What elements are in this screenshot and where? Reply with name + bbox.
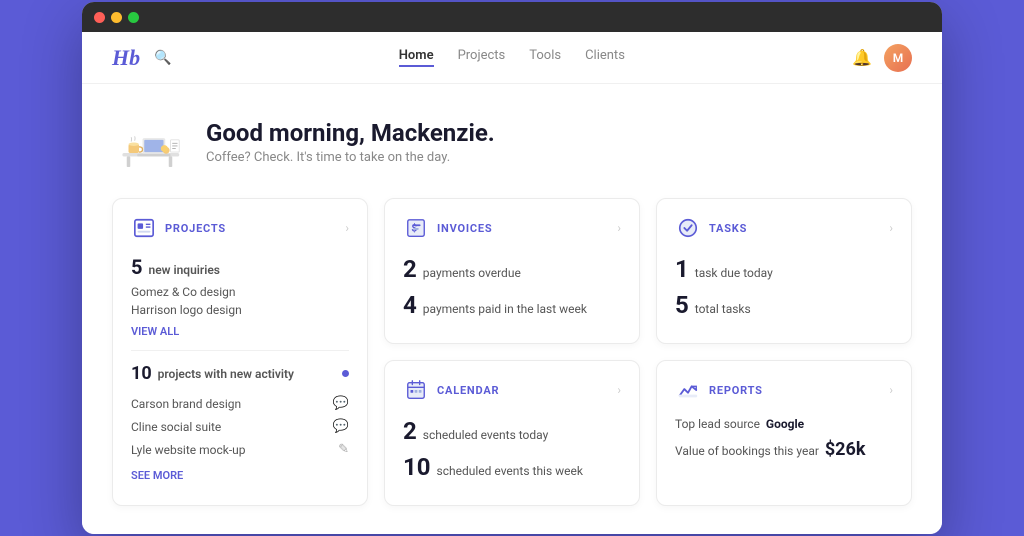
hero-text: Good morning, Mackenzie. Coffee? Check. … (206, 119, 495, 165)
activity-item-3: Lyle website mock-up ✎ (131, 438, 349, 461)
projects-card-title: PROJECTS (165, 222, 226, 235)
tasks-icon (675, 215, 701, 241)
maximize-button[interactable] (128, 12, 139, 23)
tasks-card-header-left: TASKS (675, 215, 747, 241)
invoices-paid-stat: 4 payments paid in the last week (403, 291, 621, 319)
tasks-card-title: TASKS (709, 222, 747, 235)
calendar-week-count: 10 (403, 453, 431, 481)
cards-grid: PROJECTS › 5 new inquiries Gomez & Co de… (82, 190, 942, 534)
tasks-due-stat: 1 task due today (675, 255, 893, 283)
reports-card: REPORTS › Top lead source Google Value o… (656, 360, 912, 506)
activity-item-1: Carson brand design 💬 (131, 392, 349, 415)
invoices-card-header: $ INVOICES › (403, 215, 621, 241)
close-button[interactable] (94, 12, 105, 23)
activity-dot (342, 370, 349, 377)
app-content: Hb 🔍 Home Projects Tools Clients 🔔 M (82, 32, 942, 534)
invoices-icon: $ (403, 215, 429, 241)
tasks-card-header: TASKS › (675, 215, 893, 241)
calendar-today-label: scheduled events today (423, 428, 549, 442)
minimize-button[interactable] (111, 12, 122, 23)
activity-item-name-1: Carson brand design (131, 397, 241, 411)
nav-logo: Hb (112, 45, 140, 71)
projects-new-inquiries: 5 new inquiries (131, 255, 349, 279)
reports-bookings-label: Value of bookings this year (675, 444, 819, 458)
tasks-card: TASKS › 1 task due today 5 total tasks (656, 198, 912, 344)
invoices-card-title: INVOICES (437, 222, 492, 235)
avatar[interactable]: M (884, 44, 912, 72)
reports-bookings-row: Value of bookings this year $26k (675, 439, 893, 460)
message-icon-2: 💬 (333, 419, 349, 434)
titlebar (82, 2, 942, 32)
greeting-subtext: Coffee? Check. It's time to take on the … (206, 150, 495, 165)
nav-item-projects[interactable]: Projects (458, 48, 506, 67)
calendar-today-stat: 2 scheduled events today (403, 417, 621, 445)
nav-item-home[interactable]: Home (399, 48, 434, 67)
invoices-overdue-count: 2 (403, 255, 417, 283)
activity-item-name-3: Lyle website mock-up (131, 443, 246, 457)
projects-chevron-icon[interactable]: › (345, 221, 349, 235)
reports-card-header-left: REPORTS (675, 377, 763, 403)
activity-item-name-2: Cline social suite (131, 420, 221, 434)
nav-right: 🔔 M (852, 44, 912, 72)
activity-header: 10 projects with new activity (131, 363, 349, 384)
tasks-due-count: 1 (675, 255, 689, 283)
reports-chevron-icon[interactable]: › (889, 383, 893, 397)
invoices-overdue-stat: 2 payments overdue (403, 255, 621, 283)
activity-label: projects with new activity (158, 367, 294, 381)
view-all-link[interactable]: VIEW ALL (131, 325, 349, 338)
calendar-week-label: scheduled events this week (437, 464, 583, 478)
calendar-card-header-left: CALENDAR (403, 377, 499, 403)
reports-icon (675, 377, 701, 403)
project-name-2: Harrison logo design (131, 301, 349, 319)
tasks-due-label: task due today (695, 266, 773, 280)
tasks-total-count: 5 (675, 291, 689, 319)
reports-top-lead-value: Google (766, 417, 804, 431)
invoices-chevron-icon[interactable]: › (617, 221, 621, 235)
search-icon[interactable]: 🔍 (154, 50, 171, 66)
hero-illustration (118, 112, 188, 172)
project-name-1: Gomez & Co design (131, 283, 349, 301)
calendar-card-title: CALENDAR (437, 384, 499, 397)
reports-bookings-value: $26k (825, 439, 866, 460)
message-icon-1: 💬 (333, 396, 349, 411)
tasks-chevron-icon[interactable]: › (889, 221, 893, 235)
invoices-paid-label: payments paid in the last week (423, 302, 587, 316)
reports-card-title: REPORTS (709, 384, 763, 397)
see-more-link[interactable]: SEE MORE (131, 469, 349, 482)
hero-section: Good morning, Mackenzie. Coffee? Check. … (82, 84, 942, 190)
invoices-card: $ INVOICES › 2 payments overdue 4 (384, 198, 640, 344)
navbar: Hb 🔍 Home Projects Tools Clients 🔔 M (82, 32, 942, 84)
calendar-icon (403, 377, 429, 403)
calendar-card-header: CALENDAR › (403, 377, 621, 403)
calendar-chevron-icon[interactable]: › (617, 383, 621, 397)
notification-bell-icon[interactable]: 🔔 (852, 48, 872, 67)
tasks-total-stat: 5 total tasks (675, 291, 893, 319)
reports-card-header: REPORTS › (675, 377, 893, 403)
reports-top-lead-label: Top lead source (675, 417, 760, 431)
projects-card: PROJECTS › 5 new inquiries Gomez & Co de… (112, 198, 368, 506)
projects-icon (131, 215, 157, 241)
activity-item-2: Cline social suite 💬 (131, 415, 349, 438)
projects-inquiries-label: new inquiries (148, 263, 219, 277)
nav-center: Home Projects Tools Clients (172, 48, 853, 67)
nav-item-tools[interactable]: Tools (529, 48, 561, 67)
reports-top-lead-row: Top lead source Google (675, 417, 893, 431)
edit-icon: ✎ (338, 442, 349, 457)
projects-card-header-left: PROJECTS (131, 215, 226, 241)
invoices-card-header-left: $ INVOICES (403, 215, 492, 241)
calendar-week-stat: 10 scheduled events this week (403, 453, 621, 481)
projects-card-header: PROJECTS › (131, 215, 349, 241)
tasks-total-label: total tasks (695, 302, 751, 316)
activity-count: 10 (131, 363, 152, 384)
projects-inquiries-count: 5 (131, 255, 142, 279)
calendar-card: CALENDAR › 2 scheduled events today 10 s… (384, 360, 640, 506)
projects-divider (131, 350, 349, 351)
nav-item-clients[interactable]: Clients (585, 48, 625, 67)
activity-title-row: 10 projects with new activity (131, 363, 294, 384)
greeting-text: Good morning, Mackenzie. (206, 119, 495, 147)
invoices-paid-count: 4 (403, 291, 417, 319)
invoices-overdue-label: payments overdue (423, 266, 521, 280)
calendar-today-count: 2 (403, 417, 417, 445)
app-window: Hb 🔍 Home Projects Tools Clients 🔔 M (82, 2, 942, 534)
